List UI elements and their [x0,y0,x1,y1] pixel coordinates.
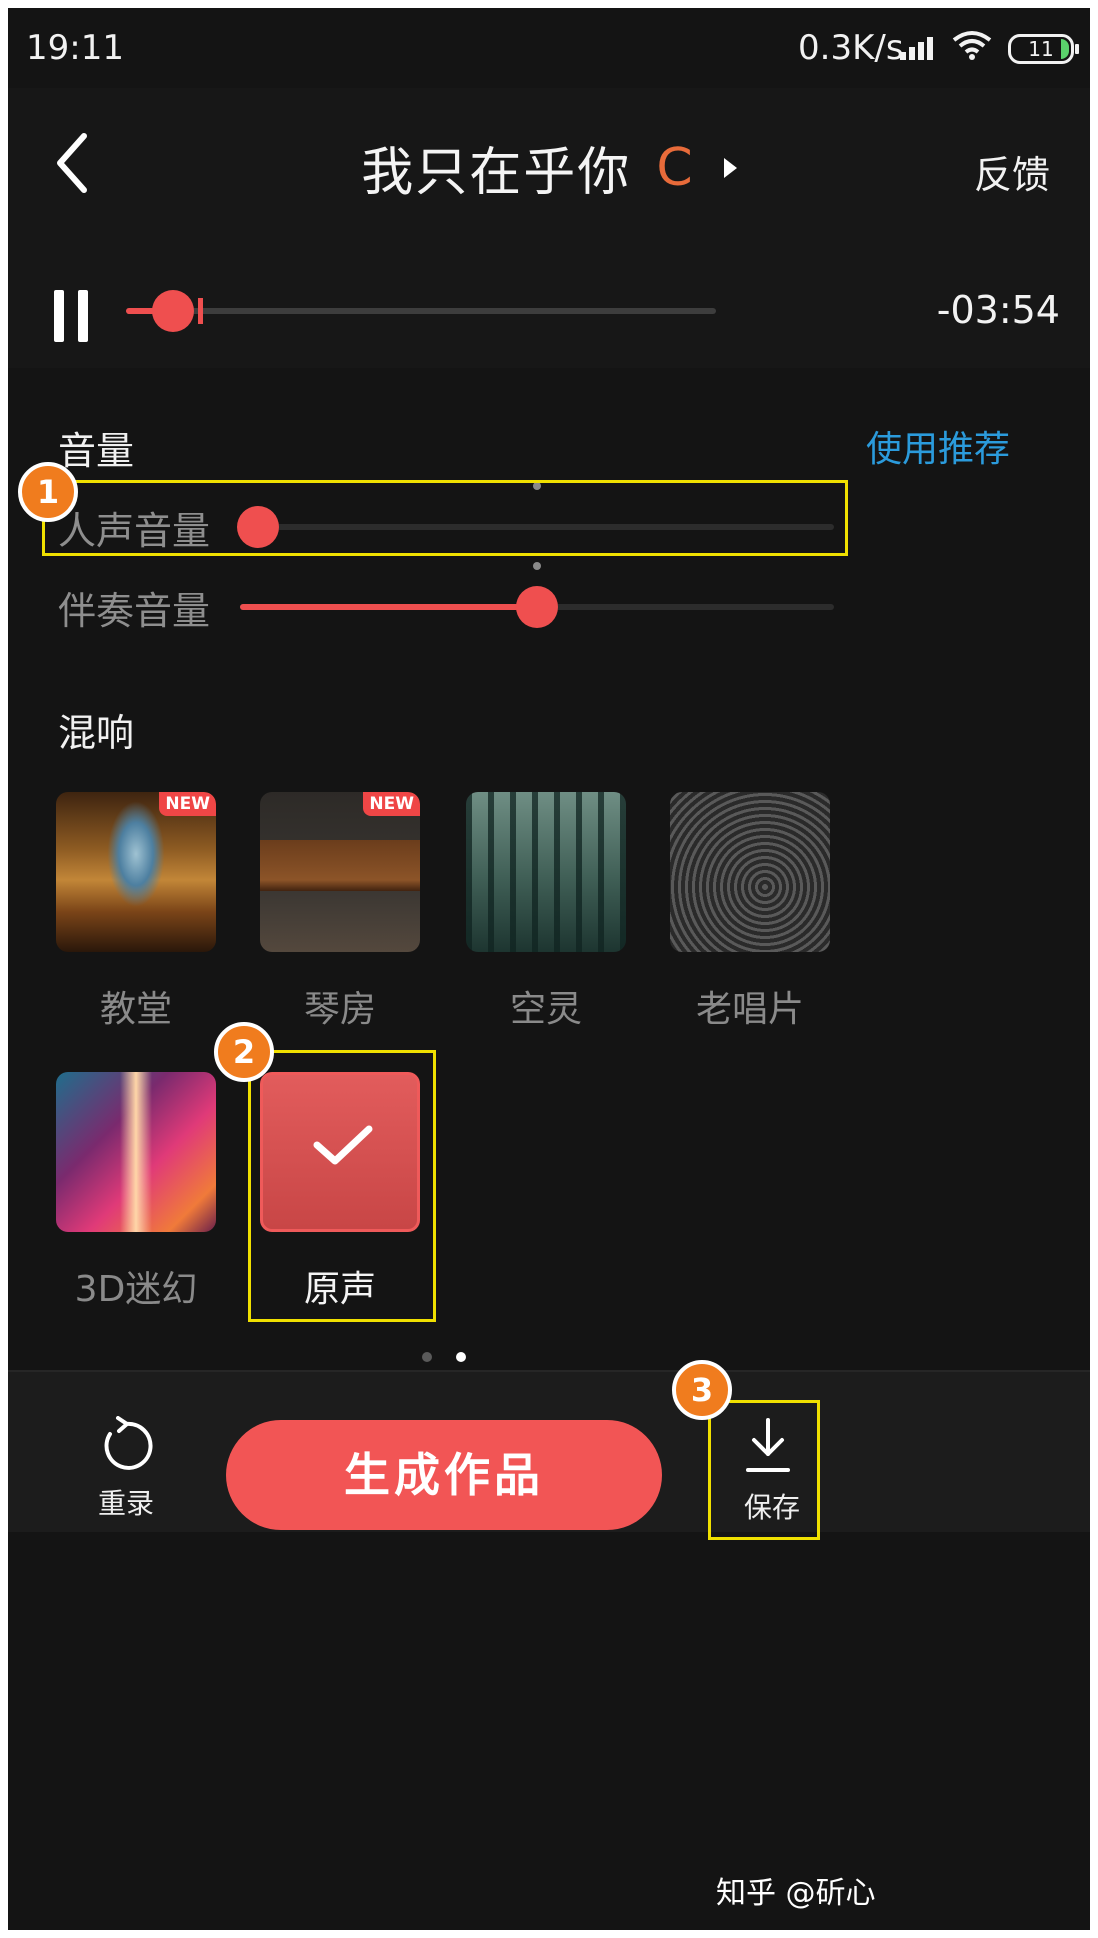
pager-dot-1[interactable] [422,1352,432,1362]
accompaniment-volume-knob[interactable] [516,586,558,628]
song-title-group: 我只在乎你 C [8,130,1090,205]
remaining-time: -03:54 [936,288,1060,332]
signal-icon [900,37,933,60]
karaoke-edit-screen: 19:11 0.3K/s 11 我只在乎你 C 反馈 -03:54 音量 使用推… [8,8,1090,1930]
ethereal-thumbnail [466,792,626,952]
use-recommended-link[interactable]: 使用推荐 [866,420,1010,472]
pager-dot-2[interactable] [456,1352,466,1362]
feedback-button[interactable]: 反馈 [974,144,1050,199]
status-time: 19:11 [26,28,124,68]
reverb-option-3d-psychedelic[interactable]: 3D迷幻 [56,1072,216,1310]
annotation-marker-1: 1 [18,462,78,522]
song-title-suffix[interactable]: C [656,138,692,198]
accompaniment-default-dot [533,562,541,570]
new-badge: NEW [159,792,216,816]
highlight-box-original [248,1050,436,1322]
progress-knob[interactable] [152,290,195,332]
battery-level: 11 [1028,37,1054,61]
generate-work-button[interactable]: 生成作品 [226,1420,662,1530]
source-credit: 知乎 @斫心 [716,1876,876,1911]
pause-button[interactable] [54,290,90,342]
playback-bar: -03:54 [8,248,1090,368]
reverb-option-old-record[interactable]: 老唱片 [670,792,830,1030]
battery-icon: 11 [1008,34,1079,64]
bottom-action-bar: 重录 生成作品 保存 [8,1370,1090,1532]
highlight-box-save [708,1400,820,1540]
accompaniment-volume-label: 伴奏音量 [58,589,211,633]
reverb-option-piano-room[interactable]: NEW 琴房 [260,792,420,1030]
wifi-icon [952,31,992,60]
accompaniment-volume-slider[interactable] [240,562,834,628]
3d-psychedelic-thumbnail [56,1072,216,1232]
rerecord-icon[interactable] [96,1416,156,1476]
title-bar: 我只在乎你 C 反馈 [8,88,1090,248]
progress-marker [198,298,203,324]
volume-heading: 音量 [58,429,135,473]
accompaniment-volume-fill [240,604,537,610]
progress-track[interactable] [126,290,716,332]
accompaniment-volume-row: 伴奏音量 [8,562,1090,642]
reverb-option-label: 老唱片 [695,989,804,1030]
annotation-marker-2: 2 [214,1022,274,1082]
church-thumbnail: NEW [56,792,216,952]
new-badge: NEW [363,792,420,816]
reverb-heading: 混响 [58,711,135,755]
reverb-option-church[interactable]: NEW 教堂 [56,792,216,1030]
highlight-box-vocal-volume [42,480,848,556]
network-speed: 0.3K/s [798,28,904,68]
play-triangle-icon[interactable] [723,157,737,178]
status-bar: 19:11 0.3K/s 11 [8,8,1090,88]
rerecord-label[interactable]: 重录 [80,1482,172,1522]
old-record-thumbnail [670,792,830,952]
reverb-option-ethereal[interactable]: 空灵 [466,792,626,1030]
annotation-marker-3: 3 [672,1360,732,1420]
piano-room-thumbnail: NEW [260,792,420,952]
song-title: 我只在乎你 [361,143,632,203]
